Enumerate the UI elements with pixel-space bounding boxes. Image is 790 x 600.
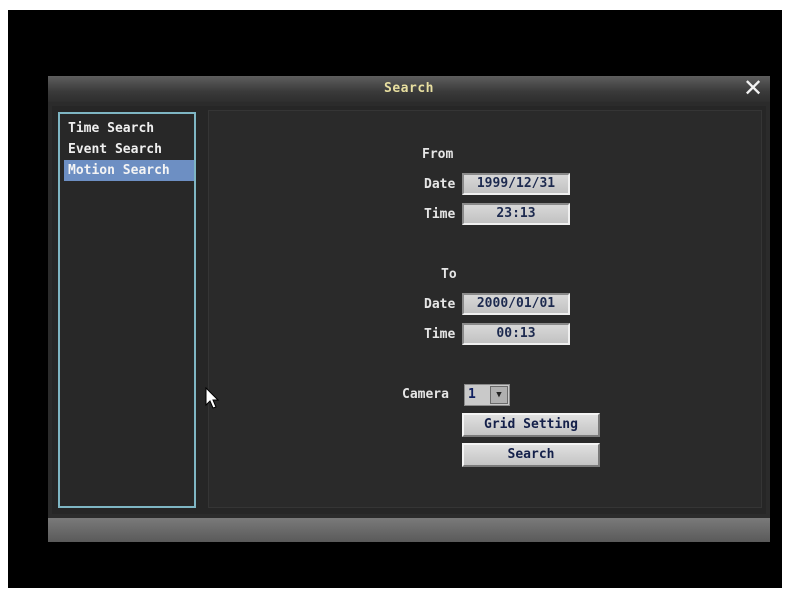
to-date-field[interactable]: 2000/01/01	[462, 293, 570, 315]
menu-item-time-search[interactable]: Time Search	[64, 118, 194, 139]
chevron-down-icon[interactable]: ▼	[490, 386, 508, 404]
title-bar: Search ✕	[48, 76, 770, 102]
camera-select[interactable]: 1 ▼	[464, 384, 510, 406]
motion-search-panel: From Date 1999/12/31 Time 23:13 To Date …	[208, 110, 762, 508]
window-title: Search	[384, 81, 434, 96]
search-mode-menu: Time Search Event Search Motion Search	[58, 112, 196, 508]
status-bar	[48, 518, 770, 542]
search-window: Search ✕ Time Search Event Search Motion…	[48, 76, 770, 542]
close-icon[interactable]: ✕	[742, 76, 764, 100]
window-body: Time Search Event Search Motion Search F…	[52, 106, 766, 514]
screen-border-bottom	[0, 588, 790, 600]
grid-setting-button[interactable]: Grid Setting	[462, 413, 600, 437]
menu-item-event-search[interactable]: Event Search	[64, 139, 194, 160]
to-time-label: Time	[424, 327, 456, 342]
from-time-label: Time	[424, 207, 456, 222]
to-time-field[interactable]: 00:13	[462, 323, 570, 345]
camera-select-value: 1	[468, 387, 476, 402]
screen-border-right	[782, 0, 790, 600]
to-date-label: Date	[424, 297, 456, 312]
screen-border-top	[0, 0, 790, 10]
to-heading: To	[441, 267, 457, 282]
screen-border-left	[0, 0, 8, 600]
mouse-pointer-icon	[205, 387, 220, 409]
from-date-label: Date	[424, 177, 456, 192]
search-button[interactable]: Search	[462, 443, 600, 467]
menu-item-motion-search[interactable]: Motion Search	[64, 160, 194, 181]
from-date-field[interactable]: 1999/12/31	[462, 173, 570, 195]
from-heading: From	[422, 147, 454, 162]
from-time-field[interactable]: 23:13	[462, 203, 570, 225]
camera-label: Camera	[402, 387, 449, 402]
